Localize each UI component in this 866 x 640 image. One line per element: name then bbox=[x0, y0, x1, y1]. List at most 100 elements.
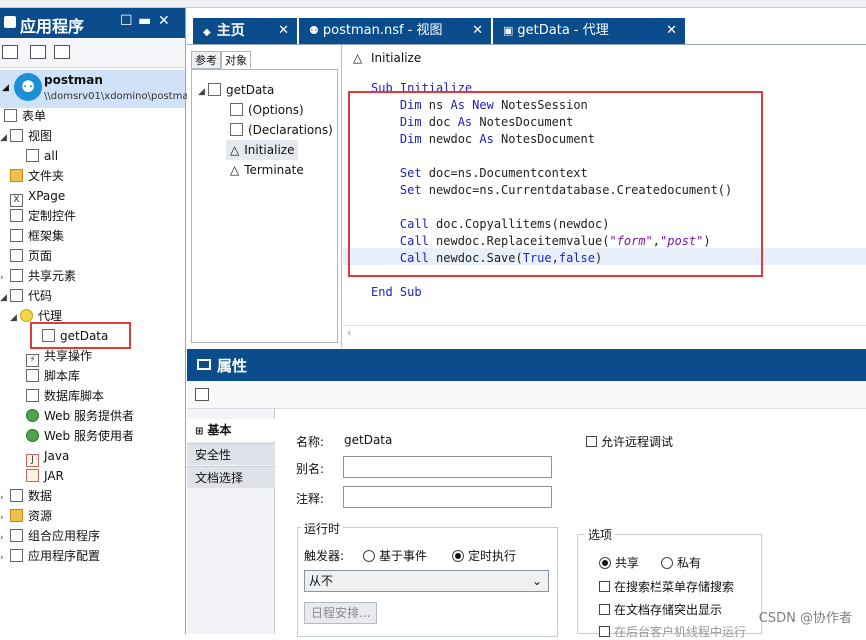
trigger-label: 触发器: bbox=[304, 547, 344, 564]
tree-item-framesets[interactable]: 框架集 bbox=[10, 226, 64, 246]
chevron-down-icon: ⌄ bbox=[532, 571, 542, 591]
object-tree-root-getdata[interactable]: ◢getData bbox=[198, 80, 274, 100]
page-icon bbox=[10, 249, 23, 262]
scroll-left-icon[interactable]: ‹ bbox=[347, 326, 351, 339]
tree-item-application-config[interactable]: ›应用程序配置 bbox=[0, 546, 100, 566]
option-radio-private[interactable]: 私有 bbox=[661, 554, 701, 571]
applications-panel-title-bar: 应用程序 ☐ ▬ ✕ bbox=[0, 8, 185, 38]
tree-item-jar[interactable]: JAR bbox=[26, 466, 64, 486]
properties-side-tabs: ⊞基本 安全性 文档选择 bbox=[187, 409, 275, 634]
object-tree-declarations[interactable]: (Declarations) bbox=[230, 120, 333, 140]
view-icon bbox=[26, 149, 39, 162]
tree-item-web-service-providers[interactable]: Web 服务提供者 bbox=[26, 406, 134, 426]
tree-item-forms[interactable]: 表单 bbox=[4, 106, 46, 126]
data-icon bbox=[10, 489, 23, 502]
object-tree-terminate[interactable]: △Terminate bbox=[230, 160, 304, 180]
tree-item-java[interactable]: JJava bbox=[26, 446, 69, 466]
trigger-radio-event[interactable]: 基于事件 bbox=[363, 547, 427, 564]
tab-basic[interactable]: ⊞基本 bbox=[187, 419, 275, 441]
properties-panel: 属性 ⊞基本 安全性 文档选择 名称: getData 别名: 注释: 允许远程… bbox=[187, 349, 866, 634]
tab-home[interactable]: ◆主页✕ bbox=[193, 18, 297, 44]
watermark: CSDN @协作者 bbox=[759, 607, 852, 626]
tree-item-data[interactable]: ›数据 bbox=[0, 486, 52, 506]
schedule-button[interactable]: 日程安排... bbox=[304, 602, 377, 624]
expand-arrow-icon[interactable]: › bbox=[0, 548, 10, 568]
highlight-box-code bbox=[348, 91, 763, 277]
name-value: getData bbox=[344, 433, 392, 447]
tree-item-shared-actions[interactable]: ⚡共享操作 bbox=[26, 346, 92, 366]
tree-item-custom-controls[interactable]: 定制控件 bbox=[10, 206, 76, 226]
hierarchy-icon: ⊞ bbox=[195, 426, 203, 437]
remote-debug-checkbox[interactable]: 允许远程调试 bbox=[586, 433, 673, 450]
option-radio-shared[interactable]: 共享 bbox=[599, 554, 639, 571]
expand-arrow-icon[interactable]: › bbox=[0, 488, 10, 508]
tree-item-composite-applications[interactable]: ›组合应用程序 bbox=[0, 526, 100, 546]
store-highlight-checkbox[interactable]: 在文档存储突出显示 bbox=[599, 601, 722, 618]
tab-security[interactable]: 安全性 bbox=[187, 443, 275, 465]
background-thread-checkbox[interactable]: 在后台客户机线程中运行 bbox=[599, 623, 746, 640]
tab-objects[interactable]: 对象 bbox=[221, 51, 251, 69]
close-tab-icon[interactable]: ✕ bbox=[278, 18, 289, 44]
tree-item-pages[interactable]: 页面 bbox=[10, 246, 52, 266]
pin-icon[interactable]: ☐ bbox=[120, 13, 133, 29]
close-tab-icon[interactable]: ✕ bbox=[472, 18, 483, 44]
tree-item-script-libraries[interactable]: 脚本库 bbox=[26, 366, 80, 386]
globe-icon bbox=[26, 429, 39, 442]
expand-arrow-icon[interactable]: ◢ bbox=[10, 308, 20, 328]
radio-selected-icon bbox=[452, 550, 464, 562]
tab-reference[interactable]: 参考 bbox=[191, 51, 221, 69]
agent-icon bbox=[208, 83, 221, 96]
expand-arrow-icon[interactable]: ◢ bbox=[198, 82, 208, 102]
form-icon bbox=[4, 109, 17, 122]
schedule-select[interactable]: 从不 ⌄ bbox=[304, 570, 549, 592]
alias-input[interactable] bbox=[343, 456, 552, 478]
horizontal-scrollbar[interactable]: ‹ bbox=[343, 325, 866, 341]
composite-app-icon bbox=[10, 529, 23, 542]
tree-item-code[interactable]: ◢代码 bbox=[0, 286, 52, 306]
tab-document-selection[interactable]: 文档选择 bbox=[187, 466, 275, 488]
highlight-box-getdata bbox=[30, 322, 131, 349]
trigger-radio-scheduled[interactable]: 定时执行 bbox=[452, 547, 516, 564]
tab-postman-views[interactable]: ⚉postman.nsf - 视图✕ bbox=[299, 18, 491, 44]
tree-item-view-all[interactable]: all bbox=[26, 146, 58, 166]
triangle-icon: △ bbox=[230, 143, 239, 157]
resources-icon bbox=[10, 509, 23, 522]
code-editor[interactable]: Sub Initialize Dim ns As New NotesSessio… bbox=[343, 71, 866, 347]
edit-icon[interactable] bbox=[195, 388, 209, 401]
checkbox-icon bbox=[599, 604, 610, 615]
expand-arrow-icon[interactable]: › bbox=[0, 528, 10, 548]
close-icon[interactable]: ✕ bbox=[158, 13, 170, 29]
globe-icon bbox=[26, 409, 39, 422]
expand-arrow-icon[interactable]: › bbox=[0, 268, 10, 288]
list-icon[interactable] bbox=[54, 45, 70, 59]
tree-item-database-script[interactable]: 数据库脚本 bbox=[26, 386, 104, 406]
tree-item-xpage[interactable]: XXPage bbox=[10, 186, 65, 206]
expand-arrow-icon[interactable]: ◢ bbox=[0, 288, 10, 308]
database-name: postman bbox=[44, 73, 103, 87]
applications-toolbar bbox=[0, 38, 185, 68]
tree-item-views[interactable]: ◢视图 bbox=[0, 126, 52, 146]
tree-item-shared-elements[interactable]: ›共享元素 bbox=[0, 266, 76, 286]
applications-panel: 应用程序 ☐ ▬ ✕ ◢ ⚉ postman \\domsrv01\xdomin… bbox=[0, 8, 186, 634]
expand-arrow-icon[interactable]: › bbox=[0, 508, 10, 528]
expand-arrow-icon[interactable]: ◢ bbox=[0, 128, 10, 148]
properties-title-bar: 属性 bbox=[187, 349, 866, 381]
store-search-checkbox[interactable]: 在搜索栏菜单存储搜索 bbox=[599, 578, 734, 595]
comment-input[interactable] bbox=[343, 486, 552, 508]
radio-selected-icon bbox=[599, 557, 611, 569]
tree-item-folders[interactable]: 文件夹 bbox=[10, 166, 64, 186]
tab-getdata-agent[interactable]: ▣getData - 代理✕ bbox=[493, 18, 685, 44]
tree-item-web-service-consumers[interactable]: Web 服务使用者 bbox=[26, 426, 134, 446]
close-tab-icon[interactable]: ✕ bbox=[666, 18, 677, 44]
checkbox-icon bbox=[599, 626, 610, 637]
minimize-icon[interactable]: ▬ bbox=[138, 13, 151, 29]
radio-icon bbox=[363, 550, 375, 562]
object-tree-initialize[interactable]: △Initialize bbox=[226, 140, 298, 160]
object-tree-options[interactable]: (Options) bbox=[230, 100, 304, 120]
collapse-arrow-icon[interactable]: ◢ bbox=[2, 83, 9, 93]
tree-item-resources[interactable]: ›资源 bbox=[0, 506, 52, 526]
code-header-title: Initialize bbox=[371, 45, 421, 71]
open-icon[interactable] bbox=[2, 45, 18, 59]
layout-icon[interactable] bbox=[30, 45, 46, 59]
database-entry-postman[interactable]: ◢ ⚉ postman \\domsrv01\xdomino\postman. bbox=[0, 70, 185, 108]
